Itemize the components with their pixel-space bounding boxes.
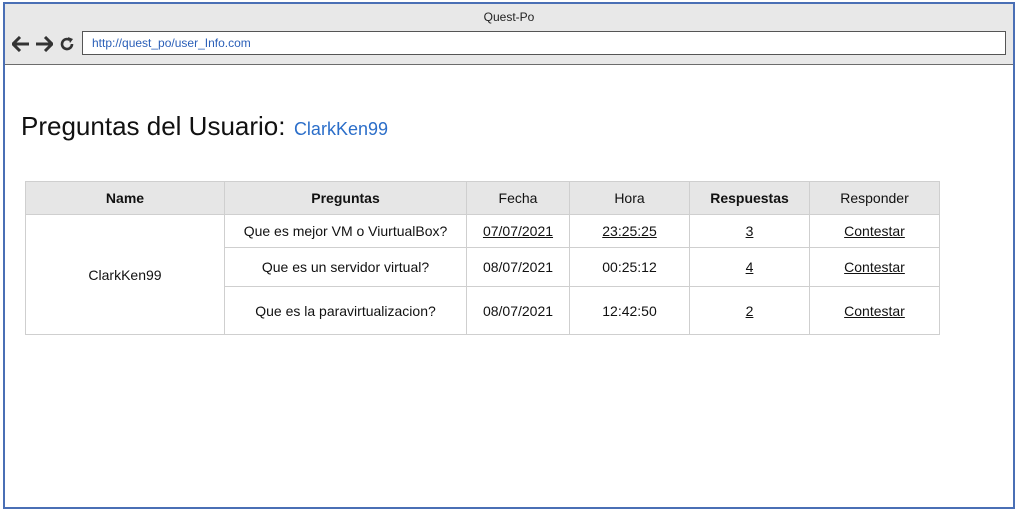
answer-cell: Contestar <box>809 214 940 248</box>
question-cell: Que es un servidor virtual? <box>224 247 467 287</box>
header-respuestas: Respuestas <box>689 181 810 215</box>
browser-window: Quest-Po http://quest_po/user_Info.com P… <box>3 2 1015 509</box>
date-cell: 08/07/2021 <box>466 247 570 287</box>
time-cell: 00:25:12 <box>569 247 690 287</box>
header-fecha: Fecha <box>466 181 570 215</box>
user-name-cell: ClarkKen99 <box>25 214 225 335</box>
date-link[interactable]: 07/07/2021 <box>483 223 553 239</box>
answers-count-cell: 3 <box>689 214 810 248</box>
time-cell: 12:42:50 <box>569 286 690 335</box>
back-arrow-icon[interactable] <box>11 34 31 54</box>
table-row: ClarkKen99 Que es mejor VM o ViurtualBox… <box>25 214 940 335</box>
window-title: Quest-Po <box>483 10 535 24</box>
date-cell: 08/07/2021 <box>466 286 570 335</box>
header-name: Name <box>25 181 225 215</box>
answer-cell: Contestar <box>809 247 940 287</box>
page-title: Preguntas del Usuario: ClarkKen99 <box>21 111 388 142</box>
answers-count-link[interactable]: 4 <box>746 259 754 275</box>
answers-count-cell: 4 <box>689 247 810 287</box>
date-cell: 07/07/2021 <box>466 214 570 248</box>
questions-table: Name Preguntas Fecha Hora Respuestas Res… <box>25 181 940 335</box>
navigation-controls <box>11 34 77 54</box>
page-title-username: ClarkKen99 <box>293 119 388 139</box>
question-cell: Que es mejor VM o ViurtualBox? <box>224 214 467 248</box>
answer-cell: Contestar <box>809 286 940 335</box>
reload-icon[interactable] <box>57 34 77 54</box>
contestar-link[interactable]: Contestar <box>844 303 905 319</box>
answers-count-link[interactable]: 3 <box>746 223 754 239</box>
answers-count-cell: 2 <box>689 286 810 335</box>
page-title-text: Preguntas del Usuario: <box>21 111 286 141</box>
answers-count-link[interactable]: 2 <box>746 303 754 319</box>
header-hora: Hora <box>569 181 690 215</box>
time-cell: 23:25:25 <box>569 214 690 248</box>
time-link[interactable]: 23:25:25 <box>602 223 657 239</box>
header-preguntas: Preguntas <box>224 181 467 215</box>
header-responder: Responder <box>809 181 940 215</box>
table-header-row: Name Preguntas Fecha Hora Respuestas Res… <box>25 181 940 215</box>
forward-arrow-icon[interactable] <box>34 34 54 54</box>
contestar-link[interactable]: Contestar <box>844 223 905 239</box>
contestar-link[interactable]: Contestar <box>844 259 905 275</box>
url-bar[interactable]: http://quest_po/user_Info.com <box>82 31 1006 55</box>
question-cell: Que es la paravirtualizacion? <box>224 286 467 335</box>
browser-titlebar: Quest-Po http://quest_po/user_Info.com <box>5 4 1013 65</box>
